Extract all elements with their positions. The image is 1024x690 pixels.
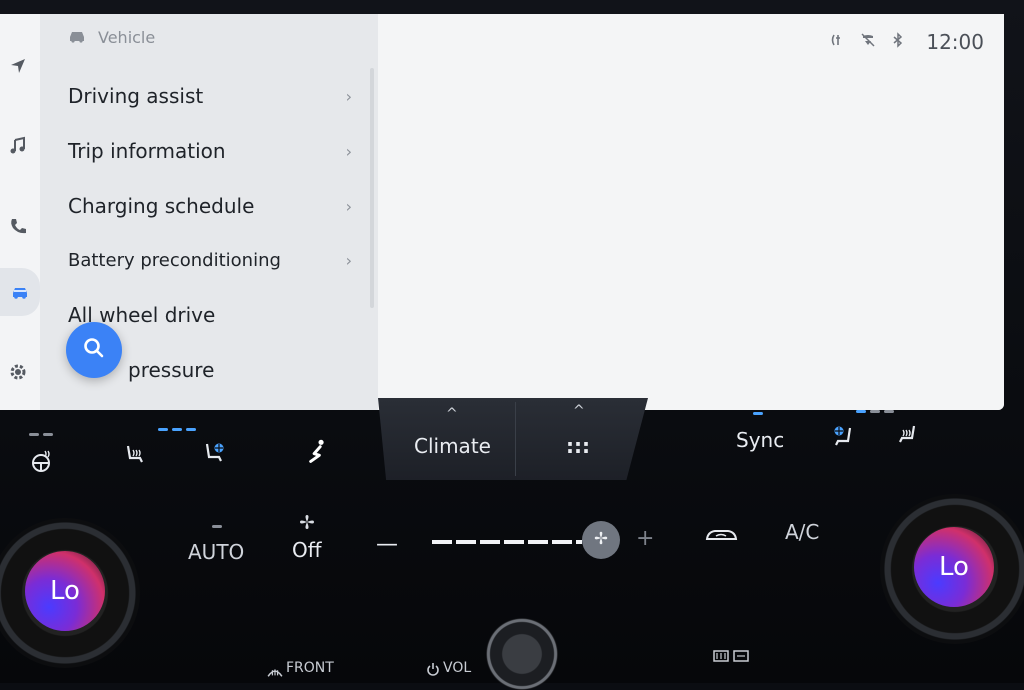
chevron-right-icon: › (345, 141, 352, 161)
chevron-up-icon: ^ (446, 406, 458, 422)
menu-item-charging-schedule[interactable]: Charging schedule › (68, 186, 358, 226)
recirculation-icon[interactable] (704, 524, 738, 550)
mute-icon (860, 32, 876, 52)
left-temp-value: Lo (50, 576, 80, 606)
heated-steering-wheel-icon[interactable] (28, 448, 54, 478)
navigation-icon[interactable] (0, 48, 36, 84)
front-defrost-button[interactable]: FRONT (286, 660, 334, 676)
ac-button[interactable]: A/C (785, 520, 819, 544)
panel-header: Vehicle (68, 28, 155, 47)
menu-item-battery-preconditioning[interactable]: Battery preconditioning › (68, 240, 358, 280)
menu-item-label: Battery preconditioning (68, 249, 281, 271)
heated-wheel-level (29, 433, 53, 436)
airflow-mode-icon[interactable] (302, 438, 328, 468)
fan-speed-slider[interactable] (432, 540, 582, 544)
heated-seat-right-level (856, 410, 894, 413)
status-bar: 12:00 (830, 30, 984, 54)
menu-item-trip-information[interactable]: Trip information › (68, 131, 358, 171)
sync-indicator (753, 412, 763, 415)
menu-item-tire-pressure[interactable]: pressure (128, 350, 358, 390)
chevron-right-icon: › (345, 250, 352, 270)
search-button[interactable] (66, 322, 122, 378)
right-temp-value: Lo (939, 552, 969, 582)
bluetooth-icon (890, 32, 906, 52)
fan-decrease-button[interactable]: — (376, 532, 398, 557)
side-rail (0, 14, 40, 410)
auto-button[interactable]: AUTO (188, 540, 244, 564)
menu-item-label: Trip information (68, 139, 226, 163)
fan-icon (593, 530, 609, 550)
auto-indicator (212, 525, 222, 528)
panel-title: Vehicle (98, 28, 156, 47)
music-icon[interactable] (0, 128, 36, 164)
heated-seat-left-level (158, 428, 196, 431)
chevron-up-icon: ^ (573, 403, 585, 419)
chevron-right-icon: › (345, 86, 352, 106)
clock: 12:00 (926, 30, 984, 54)
gear-icon[interactable] (0, 354, 36, 390)
search-icon (81, 335, 107, 365)
menu-item-driving-assist[interactable]: Driving assist › (68, 76, 358, 116)
menu-item-label: Driving assist (68, 84, 204, 108)
car-icon (68, 28, 86, 47)
menu-scrollbar[interactable] (370, 68, 374, 308)
right-temp-display: Lo (914, 527, 994, 607)
car-icon[interactable] (0, 268, 40, 316)
power-icon (426, 661, 440, 680)
front-defrost-icon (266, 663, 284, 682)
heated-seat-left-icon[interactable] (122, 442, 148, 472)
infotainment-screen: Vehicle Driving assist › Trip informatio… (0, 14, 1004, 410)
menu-item-label: pressure (128, 358, 215, 382)
heated-seat-right-icon[interactable] (894, 422, 920, 452)
volume-knob[interactable] (486, 618, 558, 690)
tab-divider (515, 402, 516, 476)
ventilated-seat-left-icon[interactable] (202, 440, 228, 470)
ventilated-seat-right-icon[interactable] (830, 424, 856, 454)
fan-off-button[interactable]: Off (292, 538, 322, 562)
fan-icon (298, 513, 316, 535)
phone-icon[interactable] (0, 208, 36, 244)
sync-button[interactable]: Sync (736, 428, 784, 452)
fan-speed-thumb[interactable] (582, 521, 620, 559)
volume-label: VOL (443, 660, 472, 676)
tab-climate[interactable]: Climate (414, 434, 491, 458)
content-area: 12:00 (378, 14, 1004, 410)
fan-increase-button[interactable]: + (636, 526, 654, 551)
menu-item-label: Charging schedule (68, 194, 255, 218)
rear-defrost-icon[interactable] (712, 648, 752, 667)
tab-more[interactable]: ::: (566, 434, 590, 458)
wireless-charge-icon (830, 32, 846, 52)
chevron-right-icon: › (345, 196, 352, 216)
left-temp-display: Lo (25, 551, 105, 631)
